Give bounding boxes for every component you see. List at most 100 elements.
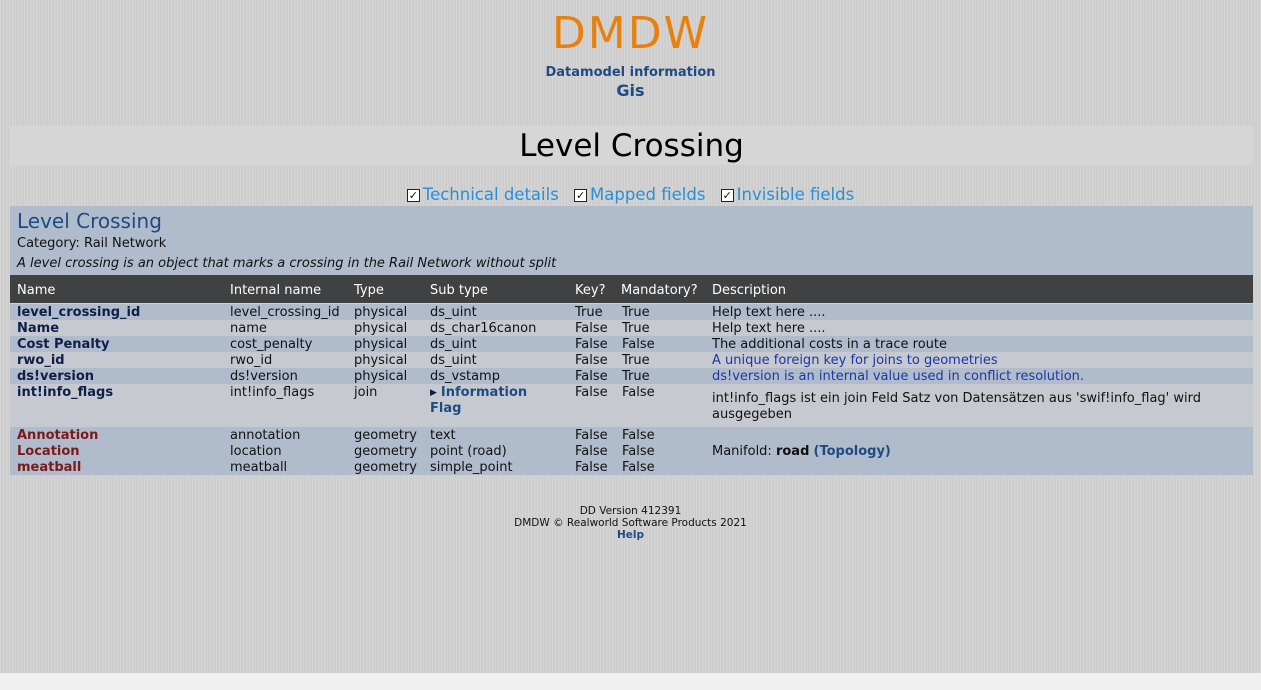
- field-name: level_crossing_id: [17, 305, 141, 320]
- field-mandatory: False: [622, 337, 655, 352]
- field-subtype: ds_uint: [430, 353, 477, 368]
- field-type: physical: [354, 369, 408, 384]
- object-info-panel: Level Crossing Category: Rail Network A …: [10, 206, 1253, 275]
- field-key: False: [575, 460, 608, 475]
- object-description: A level crossing is an object that marks…: [17, 256, 557, 271]
- field-internal-name: annotation: [230, 428, 301, 443]
- checkbox-checked-icon[interactable]: ✓: [406, 189, 420, 202]
- field-description: int!info_flags ist ein join Feld Satz vo…: [712, 391, 1201, 406]
- field-subtype: simple_point: [430, 460, 513, 475]
- toggle-label[interactable]: Invisible fields: [737, 185, 855, 204]
- field-description: Help text here ....: [712, 321, 826, 336]
- table-row: level_crossing_id level_crossing_id phys…: [10, 304, 1253, 320]
- field-name: int!info_flags: [17, 385, 114, 400]
- header-subtitle: Datamodel information: [545, 65, 716, 80]
- table-row: Name name physical ds_char16canon False …: [10, 320, 1253, 336]
- field-internal-name: rwo_id: [230, 353, 273, 368]
- toggle-technical-details[interactable]: ✓ Technical details: [406, 185, 559, 204]
- field-internal-name: ds!version: [230, 369, 298, 384]
- field-key: False: [575, 321, 608, 336]
- field-description: Help text here ....: [712, 305, 826, 320]
- field-subtype: point (road): [430, 444, 507, 459]
- field-subtype: ds_uint: [430, 337, 477, 352]
- field-key: False: [575, 369, 608, 384]
- field-key: False: [575, 337, 608, 352]
- copyright: DMDW © Realworld Software Products 2021: [514, 517, 747, 529]
- field-mandatory: False: [622, 460, 655, 475]
- field-mandatory: False: [622, 385, 655, 400]
- header-name: Name: [17, 283, 56, 298]
- join-link-information-flag[interactable]: ▶ Information: [430, 385, 527, 401]
- join-link-label[interactable]: Information: [441, 385, 527, 400]
- field-mandatory: True: [622, 321, 650, 336]
- expand-triangle-icon[interactable]: ▶: [430, 388, 437, 398]
- header-mandatory: Mandatory?: [621, 283, 698, 298]
- header-type: Type: [354, 283, 384, 298]
- field-internal-name: meatball: [230, 460, 288, 475]
- field-type: geometry: [354, 460, 418, 475]
- header-sub-type: Sub type: [430, 283, 488, 298]
- page-title: Level Crossing: [10, 126, 1253, 165]
- field-name: Annotation: [17, 428, 99, 443]
- field-description: The additional costs in a trace route: [712, 337, 947, 352]
- table-row: ds!version ds!version physical ds_vstamp…: [10, 368, 1253, 384]
- table-row: Location location geometry point (road) …: [10, 443, 1253, 459]
- header-internal-name: Internal name: [230, 283, 322, 298]
- field-mandatory: True: [622, 305, 650, 320]
- dmdw-logo: DMDW: [551, 8, 710, 59]
- field-mandatory: False: [622, 428, 655, 443]
- dd-version: DD Version 412391: [579, 505, 682, 517]
- field-key: True: [575, 305, 603, 320]
- table-row: meatball meatball geometry simple_point …: [10, 459, 1253, 475]
- field-subtype: ds_uint: [430, 305, 477, 320]
- checkbox-checked-icon[interactable]: ✓: [574, 189, 588, 202]
- header-key: Key?: [575, 283, 606, 298]
- toggle-invisible-fields[interactable]: ✓ Invisible fields: [720, 185, 855, 204]
- field-name: Name: [17, 321, 60, 336]
- field-name: ds!version: [17, 369, 95, 384]
- field-name: Location: [17, 444, 80, 459]
- field-type: physical: [354, 321, 408, 336]
- field-type: join: [354, 385, 378, 400]
- field-key: False: [575, 385, 608, 400]
- toggle-label[interactable]: Technical details: [423, 185, 559, 204]
- field-description-continued: ausgegeben: [712, 407, 792, 422]
- field-description: Manifold: road (Topology): [712, 444, 891, 459]
- field-name: Cost Penalty: [17, 337, 110, 352]
- toggle-label[interactable]: Mapped fields: [590, 185, 705, 204]
- manifold-prefix: Manifold:: [712, 444, 776, 459]
- help-link[interactable]: Help: [0, 529, 1261, 541]
- field-type: geometry: [354, 444, 418, 459]
- fields-table-header: Name Internal name Type Sub type Key? Ma…: [10, 275, 1253, 303]
- field-name: rwo_id: [17, 353, 65, 368]
- field-key: False: [575, 444, 608, 459]
- topology-link[interactable]: (Topology): [814, 444, 891, 459]
- object-title: Level Crossing: [17, 209, 162, 233]
- display-toggles: ✓ Technical details ✓ Mapped fields ✓ Invis…: [0, 185, 1261, 204]
- join-link-label-continued[interactable]: Flag: [430, 401, 461, 416]
- field-mandatory: True: [622, 369, 650, 384]
- field-key: False: [575, 353, 608, 368]
- field-type: physical: [354, 305, 408, 320]
- object-category: Category: Rail Network: [17, 236, 167, 251]
- table-row: Annotation annotation geometry text Fals…: [10, 427, 1253, 443]
- dataset-name: Gis: [616, 81, 645, 100]
- table-row: Cost Penalty cost_penalty physical ds_ui…: [10, 336, 1253, 352]
- field-subtype: text: [430, 428, 456, 443]
- table-row: int!info_flags int!info_flags join ▶ Info…: [10, 384, 1253, 427]
- header-description: Description: [712, 283, 787, 298]
- field-subtype: ds_char16canon: [430, 321, 537, 336]
- field-internal-name: int!info_flags: [230, 385, 315, 400]
- field-type: geometry: [354, 428, 418, 443]
- field-mandatory: False: [622, 444, 655, 459]
- checkbox-checked-icon[interactable]: ✓: [720, 189, 734, 202]
- bottom-strip: [0, 673, 1261, 690]
- field-internal-name: level_crossing_id: [230, 305, 340, 320]
- field-key: False: [575, 428, 608, 443]
- field-type: physical: [354, 337, 408, 352]
- field-type: physical: [354, 353, 408, 368]
- field-subtype: ds_vstamp: [430, 369, 500, 384]
- toggle-mapped-fields[interactable]: ✓ Mapped fields: [574, 185, 705, 204]
- field-description: A unique foreign key for joins to geomet…: [712, 353, 998, 368]
- field-internal-name: cost_penalty: [230, 337, 313, 352]
